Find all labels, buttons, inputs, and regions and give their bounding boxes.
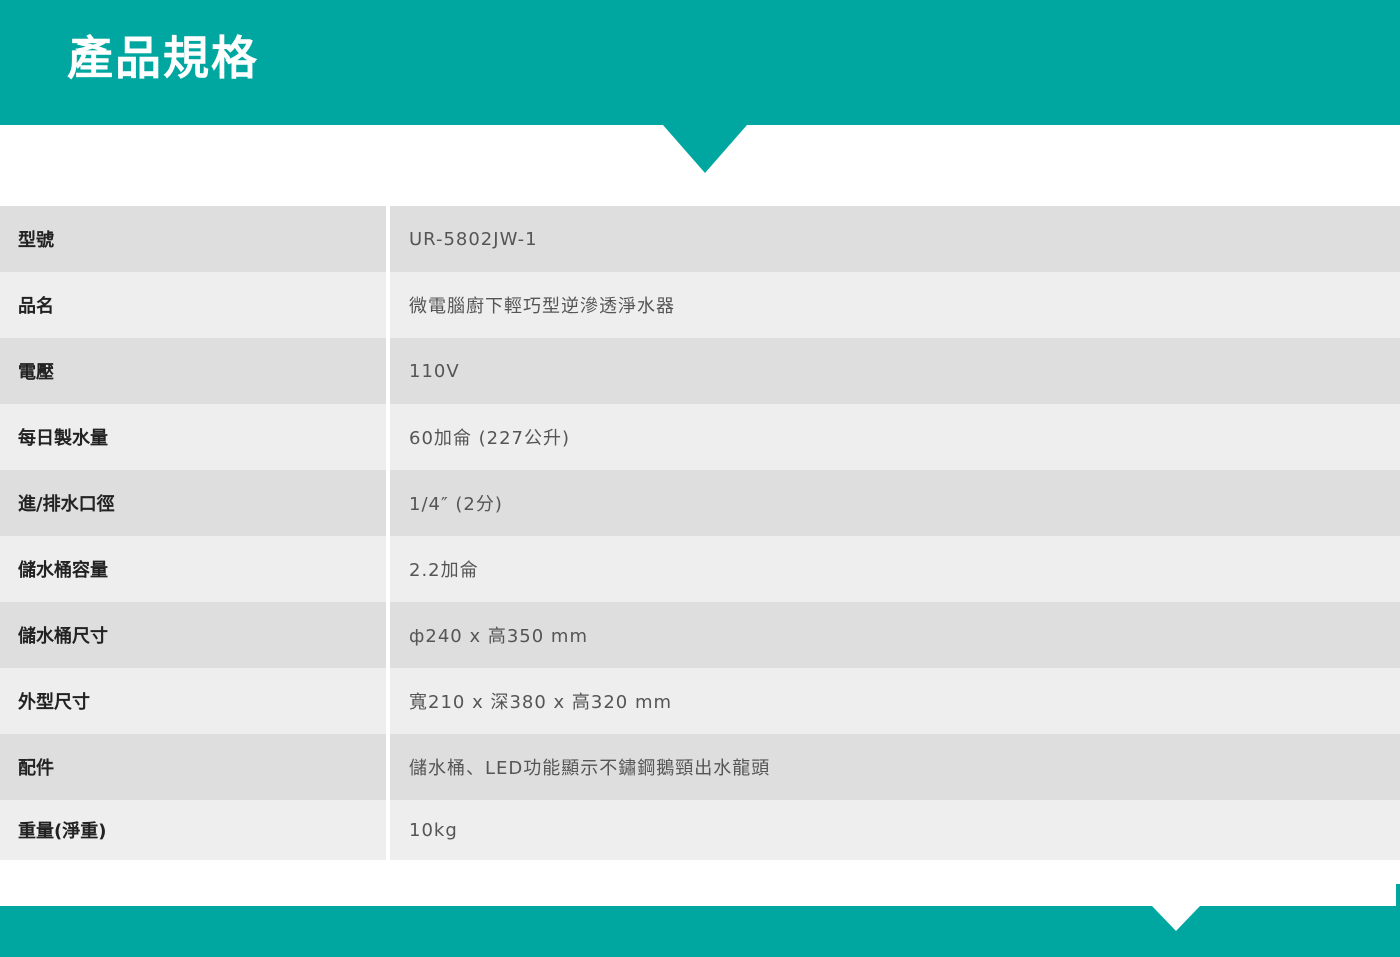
spec-value: 1/4″ (2分) [388, 470, 1400, 536]
spec-value: 10kg [388, 800, 1400, 860]
spec-table: 型號 UR-5802JW-1 品名 微電腦廚下輕巧型逆滲透淨水器 電壓 110V… [0, 206, 1400, 860]
spec-page: 產品規格 型號 UR-5802JW-1 品名 微電腦廚下輕巧型逆滲透淨水器 電壓… [0, 0, 1400, 957]
spec-label: 進/排水口徑 [0, 470, 390, 536]
header-pointer-arrow [663, 125, 747, 173]
spec-value: UR-5802JW-1 [388, 206, 1400, 272]
spec-value: ф240 x 高350 mm [388, 602, 1400, 668]
spec-value: 2.2加侖 [388, 536, 1400, 602]
spec-row-port-diameter: 進/排水口徑 1/4″ (2分) [0, 470, 1400, 536]
spec-label: 型號 [0, 206, 390, 272]
spec-label: 外型尺寸 [0, 668, 390, 734]
spec-label: 重量(淨重) [0, 800, 390, 860]
footer-notch-arrow [1152, 906, 1200, 931]
spec-label: 品名 [0, 272, 390, 338]
spec-row-product-name: 品名 微電腦廚下輕巧型逆滲透淨水器 [0, 272, 1400, 338]
spec-label: 儲水桶容量 [0, 536, 390, 602]
spec-value: 110V [388, 338, 1400, 404]
spec-row-model: 型號 UR-5802JW-1 [0, 206, 1400, 272]
spec-row-voltage: 電壓 110V [0, 338, 1400, 404]
edge-divider [1396, 884, 1400, 906]
header-banner: 產品規格 [0, 0, 1400, 125]
spec-row-tank-capacity: 儲水桶容量 2.2加侖 [0, 536, 1400, 602]
spec-row-dimensions: 外型尺寸 寬210 x 深380 x 高320 mm [0, 668, 1400, 734]
spec-label: 儲水桶尺寸 [0, 602, 390, 668]
spec-value: 儲水桶、LED功能顯示不鏽鋼鵝頸出水龍頭 [388, 734, 1400, 800]
spec-label: 電壓 [0, 338, 390, 404]
spec-row-weight: 重量(淨重) 10kg [0, 800, 1400, 860]
spec-row-daily-output: 每日製水量 60加侖 (227公升) [0, 404, 1400, 470]
page-title: 產品規格 [67, 31, 259, 85]
spec-row-tank-size: 儲水桶尺寸 ф240 x 高350 mm [0, 602, 1400, 668]
spec-label: 配件 [0, 734, 390, 800]
spec-value: 寬210 x 深380 x 高320 mm [388, 668, 1400, 734]
spec-value: 微電腦廚下輕巧型逆滲透淨水器 [388, 272, 1400, 338]
spec-row-accessories: 配件 儲水桶、LED功能顯示不鏽鋼鵝頸出水龍頭 [0, 734, 1400, 800]
spec-value: 60加侖 (227公升) [388, 404, 1400, 470]
spec-label: 每日製水量 [0, 404, 390, 470]
